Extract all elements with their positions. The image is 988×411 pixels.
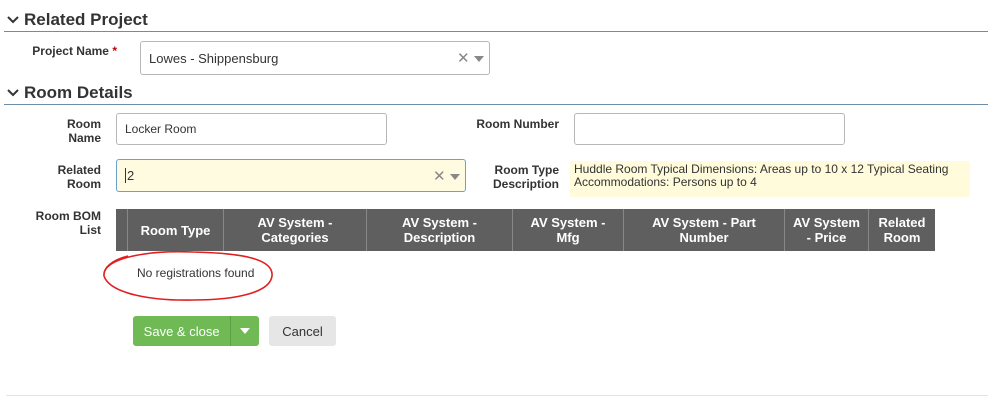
column-header-av-price[interactable]: AV System - Price: [784, 209, 869, 251]
column-header-av-mfg[interactable]: AV System - Mfg: [512, 209, 624, 251]
related-room-label: Related Room: [57, 163, 101, 191]
chevron-down-icon[interactable]: [474, 56, 484, 62]
collapse-chevron-icon[interactable]: [2, 84, 24, 102]
column-header-av-categories[interactable]: AV System - Categories: [223, 209, 367, 251]
footer-divider: [6, 395, 988, 396]
section-divider: [4, 104, 988, 105]
save-and-close-button[interactable]: Save & close: [133, 316, 259, 346]
related-room-value: 2: [125, 168, 135, 183]
project-name-label: Project Name *: [32, 44, 117, 58]
clear-x-icon[interactable]: ✕: [433, 167, 446, 185]
collapse-chevron-icon[interactable]: [2, 11, 24, 29]
room-name-input[interactable]: Locker Room: [116, 113, 387, 145]
column-header-av-part-number[interactable]: AV System - Part Number: [623, 209, 785, 251]
room-name-label: Room Name: [67, 117, 101, 145]
save-options-dropdown[interactable]: [230, 316, 259, 346]
room-name-value: Locker Room: [125, 122, 197, 136]
project-name-select[interactable]: Lowes - Shippensburg ✕: [140, 41, 490, 75]
section-divider: [4, 31, 988, 32]
room-number-input[interactable]: [574, 113, 845, 145]
room-type-description-value: Huddle Room Typical Dimensions: Areas up…: [570, 161, 970, 197]
section-title: Related Project: [24, 10, 148, 29]
cancel-button[interactable]: Cancel: [269, 316, 336, 346]
section-title: Room Details: [24, 83, 133, 102]
chevron-down-icon[interactable]: [450, 174, 460, 180]
project-name-value: Lowes - Shippensburg: [149, 50, 279, 66]
required-mark: *: [112, 44, 117, 58]
room-type-description-label: Room Type Description: [492, 163, 559, 191]
chevron-down-icon: [240, 328, 251, 334]
column-header-related-room[interactable]: Related Room: [868, 209, 935, 251]
clear-x-icon[interactable]: ✕: [457, 49, 470, 67]
column-header-av-description[interactable]: AV System - Description: [366, 209, 513, 251]
table-select-column: [116, 209, 128, 251]
room-number-label: Room Number: [476, 117, 559, 131]
section-header-room-details[interactable]: Room Details: [0, 82, 133, 104]
table-header-row: Room Type AV System - Categories AV Syst…: [116, 209, 935, 251]
annotation-circle: [103, 250, 273, 301]
related-room-combobox[interactable]: 2 ✕: [116, 159, 466, 192]
section-header-related-project[interactable]: Related Project: [0, 9, 148, 31]
room-bom-table: Room Type AV System - Categories AV Syst…: [116, 209, 935, 251]
column-header-room-type[interactable]: Room Type: [127, 209, 224, 251]
room-bom-list-label: Room BOM List: [35, 209, 101, 237]
save-and-close-label[interactable]: Save & close: [133, 324, 230, 339]
